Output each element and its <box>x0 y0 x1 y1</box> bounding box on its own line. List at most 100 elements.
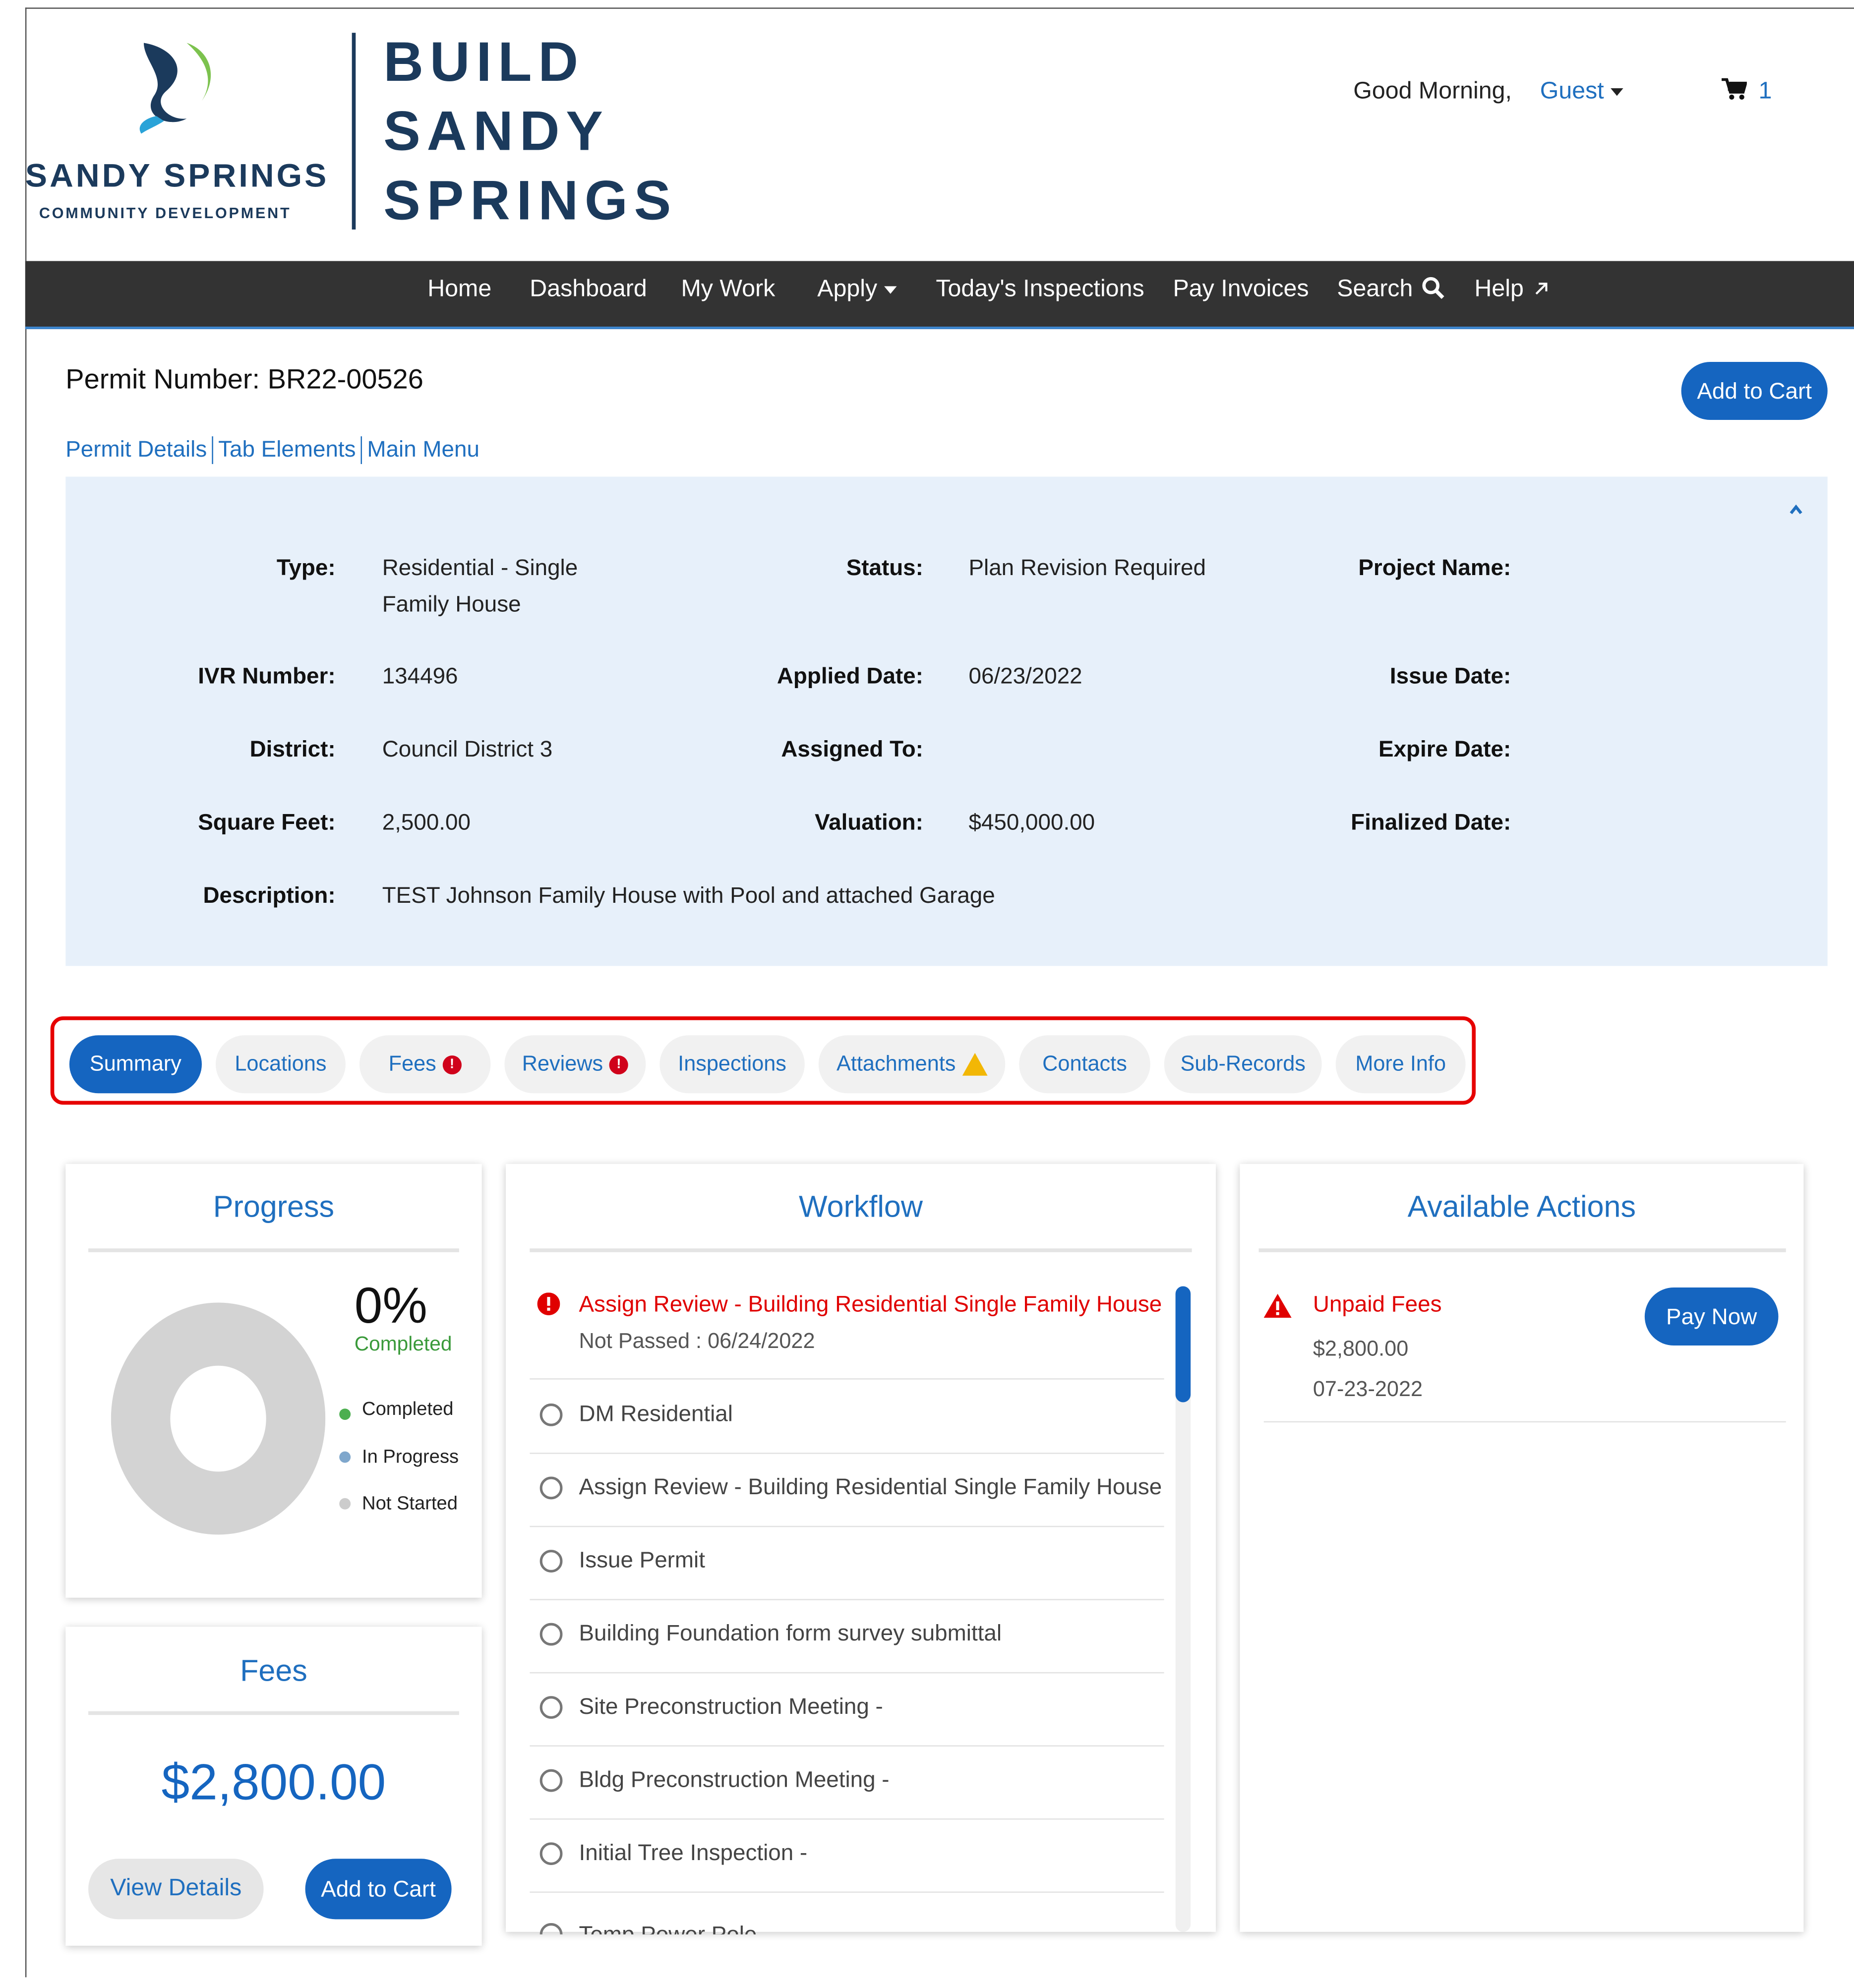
fees-divider <box>88 1711 459 1715</box>
workflow-item-title: Assign Review - Building Residential Sin… <box>579 1291 1164 1317</box>
workflow-item[interactable]: Issue Permit <box>530 1526 1164 1600</box>
fees-amount: $2,800.00 <box>161 1755 386 1811</box>
actions-row-divider <box>1263 1421 1786 1423</box>
external-link-icon <box>1536 283 1548 295</box>
radio-circle-icon <box>539 1842 563 1865</box>
tab-summary[interactable]: Summary <box>69 1035 202 1094</box>
tab-reviews-label: Reviews <box>522 1052 603 1076</box>
workflow-item[interactable]: Bldg Preconstruction Meeting - <box>530 1745 1164 1820</box>
description-label: Description: <box>203 882 336 908</box>
tab-inspections[interactable]: Inspections <box>659 1035 805 1094</box>
fees-add-to-cart-button[interactable]: Add to Cart <box>305 1859 452 1920</box>
valuation-value: $450,000.00 <box>968 809 1095 835</box>
progress-percent-caption: Completed <box>354 1334 452 1356</box>
unpaid-fees-title: Unpaid Fees <box>1313 1291 1442 1317</box>
radio-circle-icon <box>539 1476 563 1500</box>
alert-badge-icon: ! <box>442 1054 462 1074</box>
tab-reviews[interactable]: Reviews! <box>504 1035 646 1094</box>
workflow-list: DM Residential Assign Review - Building … <box>530 1380 1164 1934</box>
workflow-item-label: Temp Power Pole - <box>579 1922 771 1934</box>
progress-divider <box>88 1248 459 1252</box>
tab-locations[interactable]: Locations <box>215 1035 346 1094</box>
workflow-item[interactable]: Building Foundation form survey submitta… <box>530 1599 1164 1674</box>
cart-icon <box>1722 78 1748 100</box>
workflow-item[interactable]: DM Residential <box>530 1380 1164 1454</box>
nav-help-label: Help <box>1474 276 1524 303</box>
workflow-item-label: Assign Review - Building Residential Sin… <box>579 1474 1162 1500</box>
workflow-item-label: Issue Permit <box>579 1547 705 1573</box>
radio-circle-icon <box>539 1623 563 1646</box>
square-feet-value: 2,500.00 <box>382 809 471 835</box>
workflow-item[interactable]: Temp Power Pole - <box>530 1891 1164 1934</box>
user-menu-dropdown[interactable]: Guest <box>1540 78 1623 106</box>
status-value: Plan Revision Required <box>968 555 1206 581</box>
view-details-button[interactable]: View Details <box>88 1859 264 1920</box>
caret-down-icon <box>883 286 897 294</box>
type-value-line1: Residential - Single <box>382 555 578 581</box>
tab-attachments[interactable]: Attachments <box>818 1035 1006 1094</box>
workflow-item[interactable]: Site Preconstruction Meeting - <box>530 1672 1164 1747</box>
finalized-date-label: Finalized Date: <box>1351 809 1511 835</box>
caret-down-icon <box>1610 88 1623 96</box>
brand-line-sandy: SANDY <box>383 101 609 163</box>
workflow-item[interactable]: Initial Tree Inspection - <box>530 1818 1164 1893</box>
fees-title: Fees <box>240 1654 307 1689</box>
tab-more-info[interactable]: More Info <box>1335 1035 1466 1094</box>
pay-now-button[interactable]: Pay Now <box>1644 1287 1779 1346</box>
nav-apply[interactable]: Apply <box>817 276 897 304</box>
type-label: Type: <box>276 555 336 581</box>
workflow-divider <box>530 1248 1192 1252</box>
workflow-item-label: Building Foundation form survey submitta… <box>579 1620 1002 1646</box>
nav-help[interactable]: Help <box>1474 276 1549 304</box>
legend-in-progress: In Progress <box>362 1446 459 1468</box>
workflow-scrollbar-thumb[interactable] <box>1175 1286 1191 1403</box>
warning-triangle-icon <box>1263 1293 1292 1318</box>
nav-todays-inspections[interactable]: Today's Inspections <box>936 276 1144 304</box>
nav-pay-invoices[interactable]: Pay Invoices <box>1173 276 1309 304</box>
applied-date-label: Applied Date: <box>777 663 923 689</box>
type-value-line2: Family House <box>382 591 521 617</box>
tab-fees[interactable]: Fees! <box>359 1035 491 1094</box>
status-label: Status: <box>846 555 923 581</box>
logo-divider <box>352 33 356 230</box>
radio-circle-icon <box>539 1923 563 1934</box>
workflow-item-alert[interactable]: Assign Review - Building Residential Sin… <box>530 1274 1164 1380</box>
radio-circle-icon <box>539 1769 563 1792</box>
add-to-cart-button[interactable]: Add to Cart <box>1681 362 1828 420</box>
available-actions-divider <box>1258 1248 1786 1252</box>
progress-title: Progress <box>213 1190 335 1225</box>
tab-sub-records[interactable]: Sub-Records <box>1164 1035 1322 1094</box>
logo-wordmark: SANDY SPRINGS <box>25 156 329 194</box>
main-navigation: Home Dashboard My Work Apply Today's Ins… <box>25 261 1854 329</box>
nav-my-work[interactable]: My Work <box>681 276 776 304</box>
link-main-menu[interactable]: Main Menu <box>367 436 479 462</box>
collapse-chevron-up-icon[interactable] <box>1789 502 1804 517</box>
tab-contacts[interactable]: Contacts <box>1019 1035 1150 1094</box>
project-name-label: Project Name: <box>1358 555 1511 581</box>
cart-button[interactable]: 1 <box>1722 78 1772 106</box>
nav-apply-label: Apply <box>817 276 878 303</box>
user-name: Guest <box>1540 78 1604 105</box>
ivr-number-label: IVR Number: <box>198 663 336 689</box>
link-permit-details[interactable]: Permit Details <box>65 436 207 462</box>
applied-date-value: 06/23/2022 <box>968 663 1082 689</box>
brand-line-build: BUILD <box>383 31 585 94</box>
link-tab-elements[interactable]: Tab Elements <box>218 436 356 462</box>
progress-donut-chart <box>111 1302 326 1535</box>
nav-dashboard[interactable]: Dashboard <box>530 276 647 304</box>
workflow-item-label: Initial Tree Inspection - <box>579 1840 808 1865</box>
alert-badge-icon: ! <box>609 1054 629 1074</box>
logo-subtitle: COMMUNITY DEVELOPMENT <box>39 204 292 222</box>
workflow-item[interactable]: Assign Review - Building Residential Sin… <box>530 1453 1164 1527</box>
legend-not-started: Not Started <box>362 1493 458 1515</box>
workflow-item-status: Not Passed : 06/24/2022 <box>579 1329 815 1353</box>
nav-home[interactable]: Home <box>427 276 491 304</box>
radio-circle-icon <box>539 1550 563 1573</box>
nav-search[interactable]: Search <box>1337 276 1446 304</box>
greeting-text: Good Morning, <box>1353 78 1512 105</box>
legend-completed-dot <box>339 1408 351 1420</box>
expire-date-label: Expire Date: <box>1378 736 1511 762</box>
description-value: TEST Johnson Family House with Pool and … <box>382 882 995 908</box>
search-icon <box>1423 277 1445 299</box>
ivr-number-value: 134496 <box>382 663 458 689</box>
